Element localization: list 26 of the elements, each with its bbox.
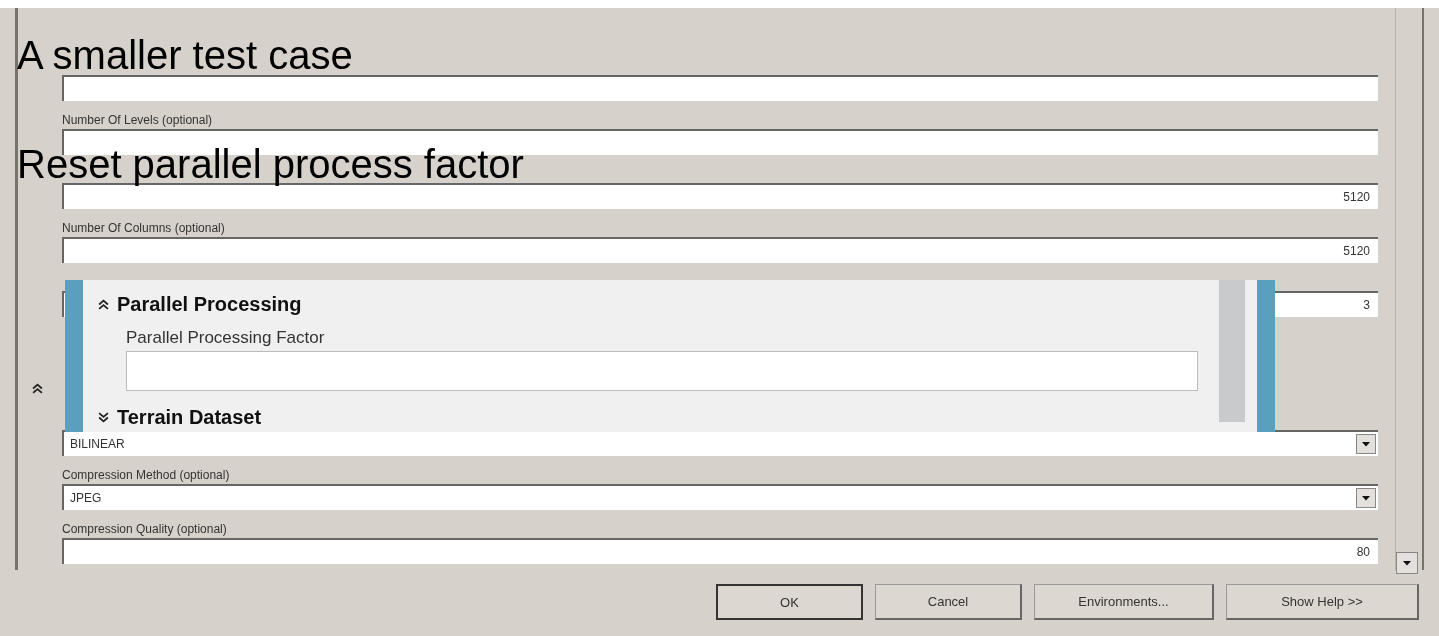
field-label: Number Of Columns (optional) xyxy=(62,221,225,235)
scrollbar[interactable] xyxy=(1219,280,1245,422)
section-title: Terrain Dataset xyxy=(117,405,262,429)
caption: Reset parallel process factor xyxy=(17,142,524,186)
field-label: Parallel Processing Factor xyxy=(126,328,326,348)
dropdown-arrow-icon xyxy=(1362,441,1370,447)
dropdown-field[interactable]: JPEG xyxy=(62,484,1378,510)
field-label: Compression Method (optional) xyxy=(62,468,230,482)
dialog-button[interactable]: Environments... xyxy=(1034,584,1214,620)
dialog-button[interactable]: Show Help >> xyxy=(1226,584,1419,620)
collapse-icon[interactable] xyxy=(32,383,43,394)
dialog-button[interactable]: Cancel xyxy=(875,584,1022,620)
field-label: Compression Quality (optional) xyxy=(62,522,227,536)
input-field[interactable] xyxy=(126,351,1198,391)
input-field[interactable]: 5120 xyxy=(62,237,1378,263)
input-field[interactable] xyxy=(62,75,1378,101)
dropdown-field[interactable]: BILINEAR xyxy=(62,430,1378,456)
field-label: Number Of Levels (optional) xyxy=(62,113,213,127)
input-field[interactable]: 80 xyxy=(62,538,1378,564)
section-title: Parallel Processing xyxy=(117,292,302,316)
scroll-down-icon xyxy=(1403,560,1411,566)
collapse-icon[interactable] xyxy=(98,411,109,423)
dropdown-arrow-icon xyxy=(1362,495,1370,501)
collapse-icon[interactable] xyxy=(98,298,109,310)
dialog-button[interactable]: OK xyxy=(716,584,863,620)
caption: A smaller test case xyxy=(17,33,353,77)
